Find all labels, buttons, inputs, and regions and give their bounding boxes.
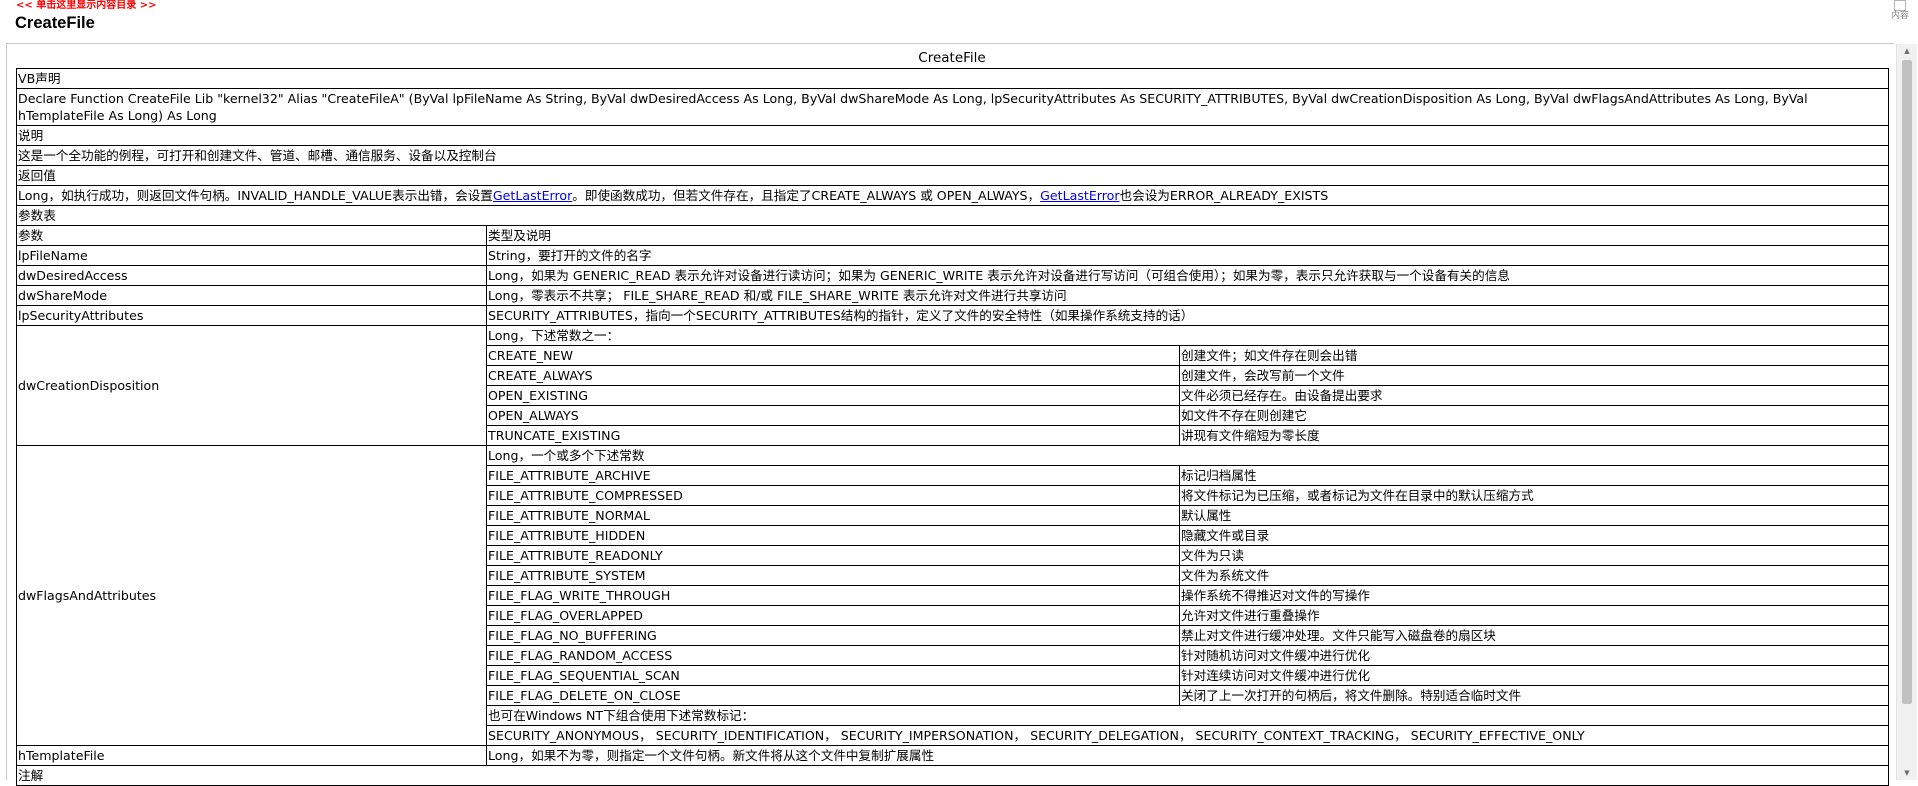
- param-name: lpSecurityAttributes: [16, 305, 487, 326]
- column-header-type: 类型及说明: [485, 225, 1890, 246]
- param-intro: Long，下述常数之一：: [485, 325, 1890, 346]
- table-row: Declare Function CreateFile Lib "kernel3…: [15, 88, 1890, 126]
- param-desc: SECURITY_ATTRIBUTES，指向一个SECURITY_ATTRIBU…: [485, 305, 1890, 326]
- param-desc: Long，如果为 GENERIC_READ 表示允许对设备进行读访问；如果为 G…: [485, 265, 1890, 286]
- table-row: VB声明: [15, 68, 1890, 89]
- constant-desc: 文件为只读: [1178, 545, 1890, 566]
- constant-desc: 将文件标记为已压缩，或者标记为文件在目录中的默认压缩方式: [1178, 485, 1890, 506]
- constant-name: FILE_FLAG_NO_BUFFERING: [486, 625, 1180, 646]
- api-reference-table: VB声明 Declare Function CreateFile Lib "ke…: [15, 68, 1890, 786]
- param-desc: Long，如果不为零，则指定一个文件句柄。新文件将从这个文件中复制扩展属性: [485, 745, 1890, 766]
- table-row: dwDesiredAccess Long，如果为 GENERIC_READ 表示…: [16, 265, 1890, 286]
- param-name: dwFlagsAndAttributes: [16, 445, 487, 746]
- getlasterror-link[interactable]: GetLastError: [1040, 188, 1119, 203]
- constant-name: CREATE_NEW: [486, 345, 1180, 366]
- constant-desc: 隐藏文件或目录: [1178, 525, 1890, 546]
- table-row: dwCreationDisposition Long，下述常数之一：: [16, 325, 1890, 446]
- constant-name: FILE_FLAG_DELETE_ON_CLOSE: [486, 685, 1180, 706]
- vb-declaration: Declare Function CreateFile Lib "kernel3…: [15, 88, 1890, 126]
- constant-name: FILE_ATTRIBUTE_ARCHIVE: [486, 465, 1180, 486]
- page-title: CreateFile: [15, 14, 95, 32]
- table-row: dwShareMode Long，零表示不共享； FILE_SHARE_READ…: [16, 285, 1890, 306]
- constant-name: FILE_FLAG_WRITE_THROUGH: [486, 585, 1180, 606]
- constant-name: FILE_FLAG_OVERLAPPED: [486, 605, 1180, 626]
- constant-desc: 禁止对文件进行缓冲处理。文件只能写入磁盘卷的扇区块: [1178, 625, 1890, 646]
- contents-icon: [1894, 0, 1906, 11]
- table-row: lpFileName String，要打开的文件的名字: [16, 245, 1890, 266]
- table-row: 参数 类型及说明: [16, 225, 1890, 246]
- scroll-up-arrow-icon[interactable]: ▲: [1897, 44, 1917, 58]
- table-row: 这是一个全功能的例程，可打开和创建文件、管道、邮槽、通信服务、设备以及控制台: [15, 145, 1890, 166]
- param-desc: String，要打开的文件的名字: [485, 245, 1890, 266]
- section-header-description: 说明: [15, 125, 1890, 146]
- param-name: hTemplateFile: [16, 745, 487, 766]
- section-header-return: 返回值: [15, 165, 1890, 186]
- toc-link[interactable]: << 单击这里显示内容目录 >>: [16, 0, 156, 11]
- page-header: << 单击这里显示内容目录 >> CreateFile: [0, 0, 1894, 42]
- scrollbar-thumb[interactable]: [1902, 60, 1912, 704]
- description-text: 这是一个全功能的例程，可打开和创建文件、管道、邮槽、通信服务、设备以及控制台: [15, 145, 1890, 166]
- constant-name: FILE_ATTRIBUTE_SYSTEM: [486, 565, 1180, 586]
- table-row: dwFlagsAndAttributes Long，一个或多个下述常数: [16, 445, 1890, 746]
- getlasterror-link[interactable]: GetLastError: [493, 188, 572, 203]
- nt-constants: SECURITY_ANONYMOUS， SECURITY_IDENTIFICAT…: [485, 725, 1890, 746]
- param-name: dwShareMode: [16, 285, 487, 306]
- constant-desc: 针对连续访问对文件缓冲进行优化: [1178, 665, 1890, 686]
- section-header-notes: 注解: [15, 765, 1890, 786]
- constant-name: OPEN_EXISTING: [486, 385, 1180, 406]
- param-name: dwDesiredAccess: [16, 265, 487, 286]
- column-header-param: 参数: [16, 225, 487, 246]
- scroll-down-arrow-icon[interactable]: ▼: [1897, 766, 1917, 780]
- constant-desc: 文件为系统文件: [1178, 565, 1890, 586]
- constant-desc: 讲现有文件缩短为零长度: [1178, 425, 1890, 446]
- constant-name: FILE_ATTRIBUTE_COMPRESSED: [486, 485, 1180, 506]
- return-text-part: Long，如执行成功，则返回文件句柄。INVALID_HANDLE_VALUE表…: [18, 188, 493, 203]
- param-desc: Long，零表示不共享； FILE_SHARE_READ 和/或 FILE_SH…: [485, 285, 1890, 306]
- table-row: 注解: [15, 765, 1890, 786]
- constant-desc: 如文件不存在则创建它: [1178, 405, 1890, 426]
- table-row: hTemplateFile Long，如果不为零，则指定一个文件句柄。新文件将从…: [16, 745, 1890, 766]
- section-header-params: 参数表: [15, 205, 1890, 226]
- constant-name: FILE_FLAG_RANDOM_ACCESS: [486, 645, 1180, 666]
- nt-note: 也可在Windows NT下组合使用下述常数标记：: [485, 705, 1890, 726]
- param-intro: Long，一个或多个下述常数: [485, 445, 1890, 466]
- return-text-part: 也会设为ERROR_ALREADY_EXISTS: [1119, 188, 1329, 203]
- constant-desc: 关闭了上一次打开的句柄后，将文件删除。特别适合临时文件: [1178, 685, 1890, 706]
- document-title: CreateFile: [918, 50, 986, 66]
- return-text-part: 。即使函数成功，但若文件存在，且指定了CREATE_ALWAYS 或 OPEN_…: [572, 188, 1041, 203]
- constant-name: CREATE_ALWAYS: [486, 365, 1180, 386]
- table-row: 说明: [15, 125, 1890, 146]
- vertical-scrollbar[interactable]: ▲ ▼: [1896, 44, 1917, 780]
- constant-desc: 创建文件；如文件存在则会出错: [1178, 345, 1890, 366]
- table-row: 返回值: [15, 165, 1890, 186]
- return-value-text: Long，如执行成功，则返回文件句柄。INVALID_HANDLE_VALUE表…: [15, 185, 1890, 206]
- header-divider: [6, 43, 1894, 44]
- constant-desc: 创建文件，会改写前一个文件: [1178, 365, 1890, 386]
- constant-name: FILE_ATTRIBUTE_READONLY: [486, 545, 1180, 566]
- constant-desc: 文件必须已经存在。由设备提出要求: [1178, 385, 1890, 406]
- contents-button[interactable]: 内容: [1889, 0, 1911, 28]
- constant-name: FILE_ATTRIBUTE_HIDDEN: [486, 525, 1180, 546]
- constant-desc: 默认属性: [1178, 505, 1890, 526]
- param-name: lpFileName: [16, 245, 487, 266]
- constant-desc: 操作系统不得推迟对文件的写操作: [1178, 585, 1890, 606]
- constant-desc: 标记归档属性: [1178, 465, 1890, 486]
- constant-name: FILE_FLAG_SEQUENTIAL_SCAN: [486, 665, 1180, 686]
- table-row: lpSecurityAttributes SECURITY_ATTRIBUTES…: [16, 305, 1890, 326]
- constant-name: FILE_ATTRIBUTE_NORMAL: [486, 505, 1180, 526]
- constant-name: OPEN_ALWAYS: [486, 405, 1180, 426]
- constant-desc: 允许对文件进行重叠操作: [1178, 605, 1890, 626]
- table-row: Long，如执行成功，则返回文件句柄。INVALID_HANDLE_VALUE表…: [15, 185, 1890, 206]
- param-name: dwCreationDisposition: [16, 325, 487, 446]
- frame-border: [6, 44, 7, 780]
- table-row: 参数表: [15, 205, 1890, 226]
- constant-name: TRUNCATE_EXISTING: [486, 425, 1180, 446]
- section-header-vb: VB声明: [15, 68, 1890, 89]
- constant-desc: 针对随机访问对文件缓冲进行优化: [1178, 645, 1890, 666]
- contents-label: 内容: [1890, 11, 1909, 21]
